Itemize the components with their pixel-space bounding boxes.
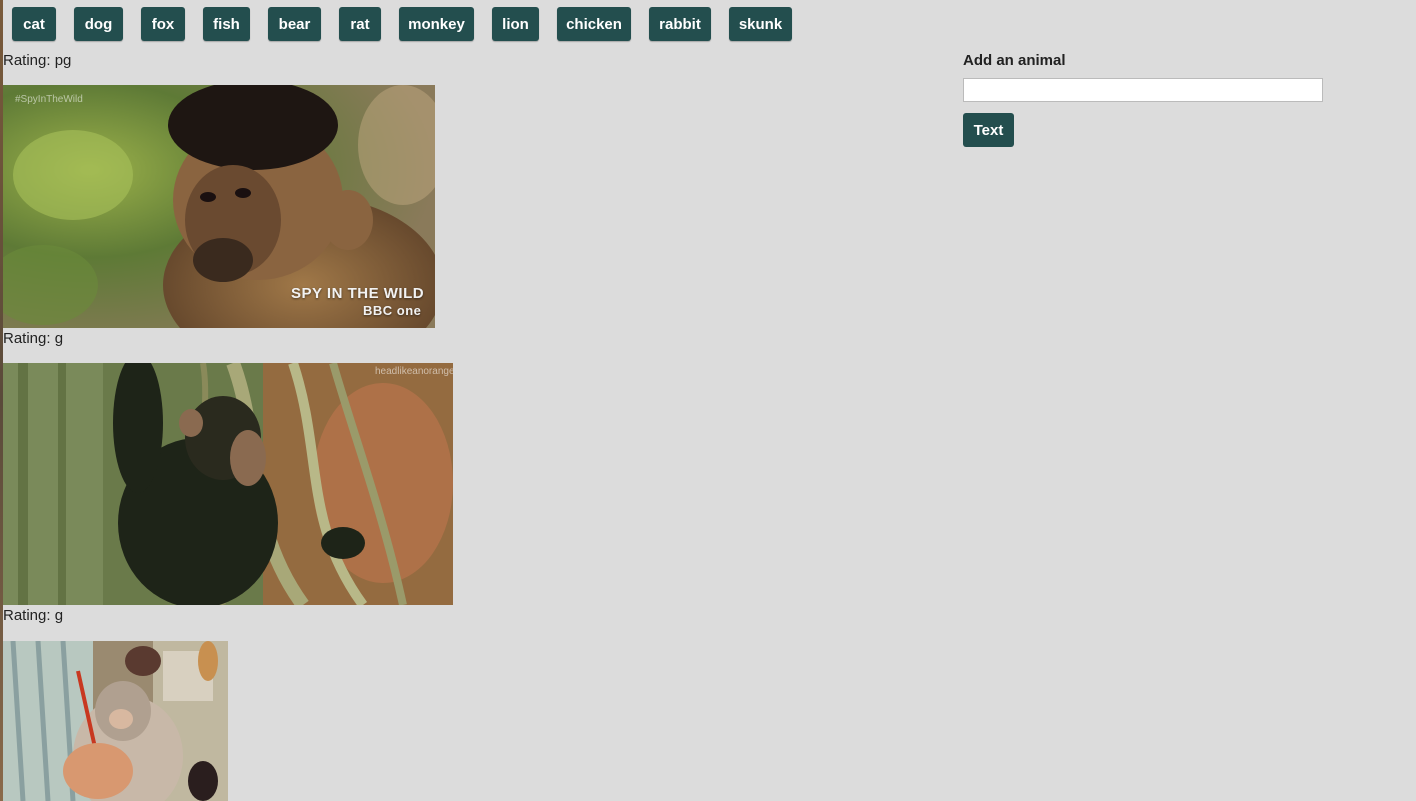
chimpanzee-image [3, 363, 453, 605]
animal-input[interactable] [963, 78, 1323, 102]
monkey-brushed-image [3, 641, 228, 801]
gif-rating: Rating: g [3, 330, 64, 347]
add-animal-label: Add an animal [963, 52, 1066, 69]
gif-caption: SPY IN THE WILD [291, 285, 425, 302]
animal-button-lion[interactable]: lion [492, 7, 539, 41]
animal-button-skunk[interactable]: skunk [729, 7, 792, 41]
gif-rating: Rating: g [3, 607, 64, 624]
animal-button-fish[interactable]: fish [203, 7, 250, 41]
gif-network-logo: BBC one [363, 303, 422, 318]
gif-image-monkey-brushed[interactable] [3, 641, 228, 801]
gif-hashtag: headlikeanorange [375, 366, 453, 377]
add-animal-form: Add an animal Text [963, 52, 1323, 147]
animal-button-monkey[interactable]: monkey [399, 7, 474, 41]
animal-button-rat[interactable]: rat [339, 7, 381, 41]
animal-button-dog[interactable]: dog [74, 7, 123, 41]
animal-button-chicken[interactable]: chicken [557, 7, 631, 41]
gif-image-chimpanzee[interactable]: headlikeanorange [3, 363, 453, 605]
animal-button-fox[interactable]: fox [141, 7, 185, 41]
animal-button-rabbit[interactable]: rabbit [649, 7, 711, 41]
gif-hashtag: #SpyInTheWild [15, 94, 83, 105]
gif-rating: Rating: pg [3, 52, 72, 69]
animal-button-cat[interactable]: cat [12, 7, 56, 41]
animal-button-bear[interactable]: bear [268, 7, 321, 41]
submit-button[interactable]: Text [963, 113, 1014, 147]
page: cat dog fox fish bear rat monkey lion ch… [0, 0, 1416, 801]
gif-image-capuchin[interactable]: #SpyInTheWild SPY IN THE WILD BBC one [3, 85, 435, 328]
